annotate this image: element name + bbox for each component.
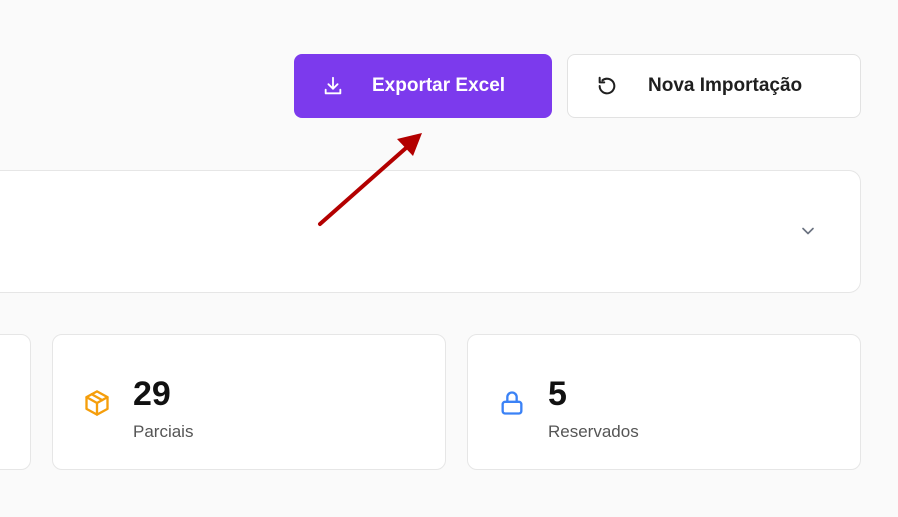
annotation-arrow: [318, 133, 422, 226]
